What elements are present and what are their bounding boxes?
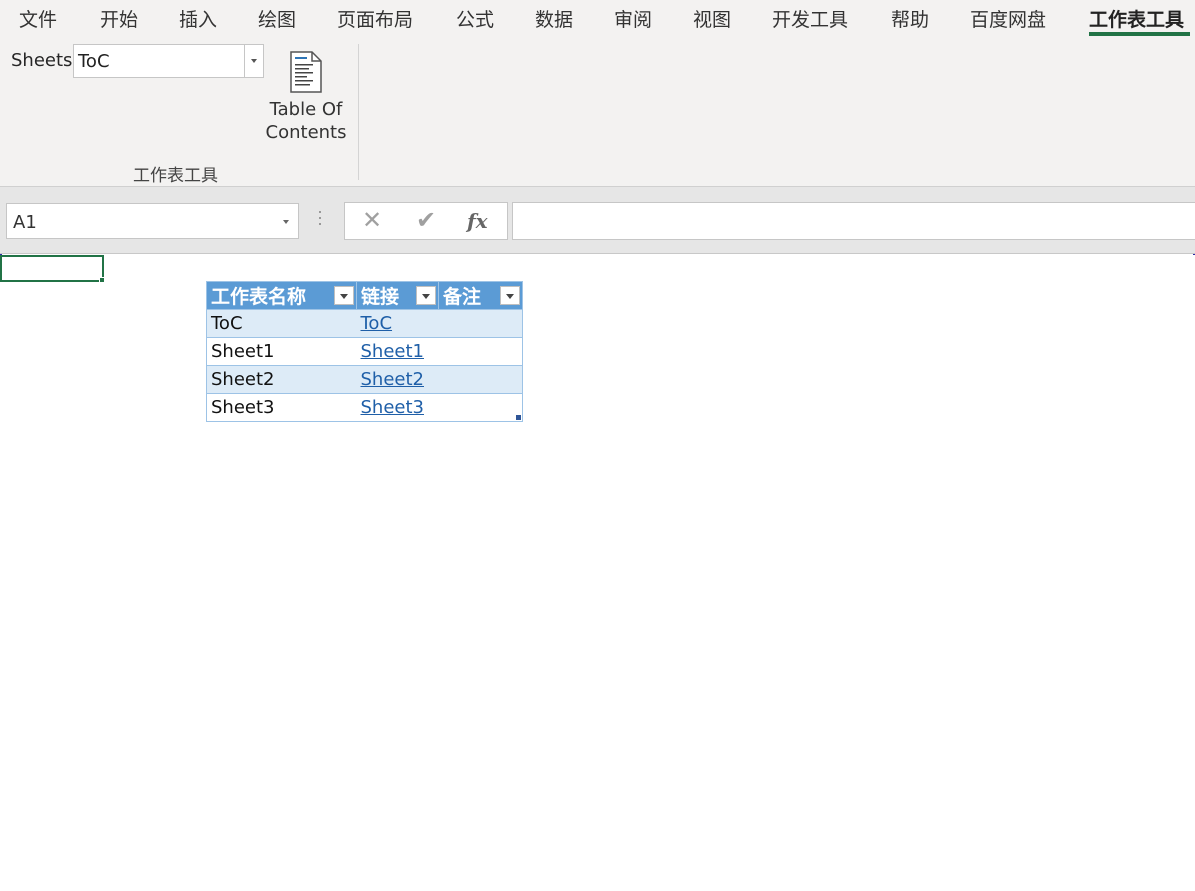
tab-data[interactable]: 数据 <box>535 5 573 32</box>
tab-review[interactable]: 审阅 <box>614 5 652 32</box>
cancel-icon[interactable]: ✕ <box>357 206 387 236</box>
enter-icon[interactable]: ✔ <box>411 206 441 236</box>
table-of-contents-label: Table Of Contents <box>262 98 350 144</box>
table-header-row: 工作表名称 链接 备注 <box>206 281 523 310</box>
filter-dropdown-icon[interactable] <box>500 286 520 305</box>
drag-handle-icon[interactable] <box>318 211 322 229</box>
header-note-label: 备注 <box>443 286 482 308</box>
cell-sheet-name[interactable]: Sheet1 <box>206 337 357 366</box>
sheet-link[interactable]: ToC <box>361 313 393 334</box>
sheets-table: 工作表名称 链接 备注 ToC ToC Sheet1 Sheet1 Sheet2… <box>206 281 523 422</box>
tab-file[interactable]: 文件 <box>19 5 57 32</box>
formula-input[interactable] <box>512 202 1195 240</box>
name-box-value: A1 <box>13 212 37 233</box>
cell-link[interactable]: ToC <box>356 309 439 338</box>
tab-page-layout[interactable]: 页面布局 <box>337 5 413 32</box>
ribbon-panel: Sheets ToC Table Of Contents 工作表工具 <box>0 38 1195 186</box>
sheets-dropdown-value: ToC <box>78 51 110 72</box>
chevron-down-icon[interactable] <box>283 220 289 224</box>
name-box[interactable]: A1 <box>6 203 299 239</box>
cell-link[interactable]: Sheet2 <box>356 365 439 394</box>
cell-sheet-name[interactable]: ToC <box>206 309 357 338</box>
filter-dropdown-icon[interactable] <box>416 286 436 305</box>
tab-baidu-netdisk[interactable]: 百度网盘 <box>970 5 1046 32</box>
toc-label-line-1: Table Of <box>269 99 343 120</box>
worksheet-grid[interactable]: 工作表名称 链接 备注 ToC ToC Sheet1 Sheet1 Sheet2… <box>0 255 1195 891</box>
formula-buttons: ✕ ✔ fx <box>344 202 508 240</box>
cell-link[interactable]: Sheet1 <box>356 337 439 366</box>
ribbon-tab-bar: 文件 开始 插入 绘图 页面布局 公式 数据 审阅 视图 开发工具 帮助 百度网… <box>0 0 1195 38</box>
tab-home[interactable]: 开始 <box>100 5 138 32</box>
tab-insert[interactable]: 插入 <box>179 5 217 32</box>
document-icon <box>290 51 322 93</box>
tab-developer[interactable]: 开发工具 <box>772 5 848 32</box>
sheets-dropdown[interactable]: ToC <box>73 44 264 78</box>
chevron-down-icon[interactable] <box>244 45 263 77</box>
header-note[interactable]: 备注 <box>438 281 523 310</box>
cell-note[interactable] <box>438 309 523 338</box>
insert-function-icon[interactable]: fx <box>467 209 488 233</box>
header-link-label: 链接 <box>361 286 400 308</box>
cell-link[interactable]: Sheet3 <box>356 393 439 422</box>
sheet-link[interactable]: Sheet1 <box>361 341 425 362</box>
cell-sheet-name[interactable]: Sheet2 <box>206 365 357 394</box>
ribbon-group-separator <box>358 44 359 180</box>
table-row: Sheet3 Sheet3 <box>206 393 523 422</box>
header-sheet-name-label: 工作表名称 <box>211 286 307 308</box>
selected-cell-a1[interactable] <box>0 255 104 282</box>
cell-note[interactable] <box>438 393 523 422</box>
tab-formulas[interactable]: 公式 <box>456 5 494 32</box>
sheet-link[interactable]: Sheet3 <box>361 397 425 418</box>
table-row: Sheet2 Sheet2 <box>206 365 523 394</box>
table-resize-handle[interactable] <box>516 415 521 420</box>
sheet-link[interactable]: Sheet2 <box>361 369 425 390</box>
toc-label-line-2: Contents <box>265 122 347 143</box>
table-of-contents-button[interactable]: Table Of Contents <box>262 48 350 148</box>
cell-note[interactable] <box>438 337 523 366</box>
cell-note[interactable] <box>438 365 523 394</box>
fill-handle[interactable] <box>99 277 105 283</box>
header-sheet-name[interactable]: 工作表名称 <box>206 281 357 310</box>
tab-draw[interactable]: 绘图 <box>258 5 296 32</box>
table-row: ToC ToC <box>206 309 523 338</box>
formula-bar: A1 ✕ ✔ fx <box>0 186 1195 254</box>
filter-dropdown-icon[interactable] <box>334 286 354 305</box>
table-row: Sheet1 Sheet1 <box>206 337 523 366</box>
cell-sheet-name[interactable]: Sheet3 <box>206 393 357 422</box>
ribbon-group-label: 工作表工具 <box>133 166 218 186</box>
header-link[interactable]: 链接 <box>356 281 439 310</box>
tab-help[interactable]: 帮助 <box>891 5 929 32</box>
active-tab-indicator <box>1089 32 1190 36</box>
sheets-label: Sheets <box>11 50 73 71</box>
tab-view[interactable]: 视图 <box>693 5 731 32</box>
tab-sheet-tools[interactable]: 工作表工具 <box>1089 5 1184 32</box>
